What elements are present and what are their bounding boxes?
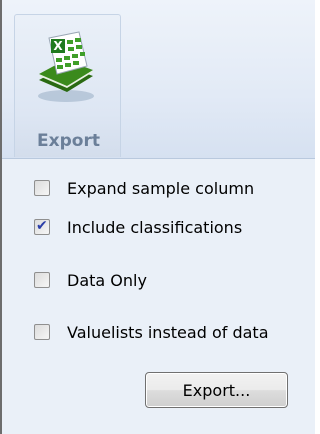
- excel-export-icon: X: [38, 31, 94, 102]
- export-ribbon-button[interactable]: X Export: [14, 14, 121, 157]
- checkbox-data-only[interactable]: [34, 272, 50, 288]
- checkbox-valuelists-instead-of-data[interactable]: [34, 324, 50, 340]
- svg-text:X: X: [53, 39, 63, 53]
- option-label: Include classifications: [67, 217, 243, 237]
- checkbox-expand-sample-column[interactable]: [34, 180, 50, 196]
- option-expand-sample-column[interactable]: Expand sample column: [34, 176, 254, 200]
- ribbon: X Export: [2, 0, 315, 159]
- option-data-only[interactable]: Data Only: [34, 268, 147, 292]
- checkmark-icon: ✔: [36, 218, 48, 234]
- option-label: Valuelists instead of data: [67, 322, 269, 342]
- checkbox-include-classifications[interactable]: ✔: [34, 218, 50, 235]
- export-panel: X Export Expand sample column ✔ Include …: [0, 0, 315, 434]
- option-valuelists-instead-of-data[interactable]: Valuelists instead of data: [34, 320, 269, 344]
- option-label: Data Only: [67, 270, 147, 290]
- option-include-classifications[interactable]: ✔ Include classifications: [34, 215, 242, 239]
- option-label: Expand sample column: [67, 178, 255, 198]
- export-ribbon-label: Export: [37, 131, 100, 151]
- export-button[interactable]: Export...: [145, 372, 288, 408]
